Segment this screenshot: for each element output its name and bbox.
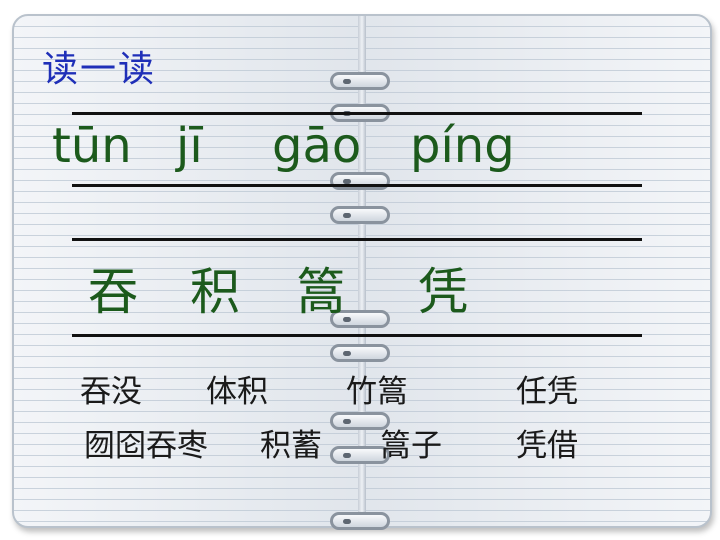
word-jixu: 积蓄 — [260, 428, 322, 464]
character-ping: 凭 — [418, 263, 468, 321]
character-gao: 篙 — [296, 263, 346, 321]
word-tunmo: 吞没 — [80, 374, 142, 410]
word-pingjie: 凭借 — [516, 428, 578, 464]
section-title: 读一读 — [42, 49, 157, 90]
word-tiji: 体积 — [206, 374, 268, 410]
rule-line — [72, 238, 642, 241]
binder-ring-icon — [330, 206, 390, 224]
pinyin-gao: gāo — [272, 118, 362, 174]
rule-line — [72, 334, 642, 337]
pinyin-tun: tūn — [52, 118, 132, 174]
pinyin-ping: píng — [410, 118, 515, 174]
character-ji: 积 — [190, 263, 240, 321]
pinyin-ji: jī — [176, 118, 203, 174]
rule-line — [72, 112, 642, 115]
word-gaozi: 篙子 — [380, 428, 442, 464]
word-zhugao: 竹篙 — [346, 374, 408, 410]
binder-ring-icon — [330, 72, 390, 90]
binder-ring-icon — [330, 512, 390, 530]
binder-ring-icon — [330, 344, 390, 362]
character-tun: 吞 — [88, 263, 138, 321]
word-renping: 任凭 — [516, 374, 578, 410]
word-hulun-tunzao: 囫囵吞枣 — [84, 428, 208, 464]
rule-line — [72, 184, 642, 187]
binder-ring-icon — [330, 172, 390, 190]
